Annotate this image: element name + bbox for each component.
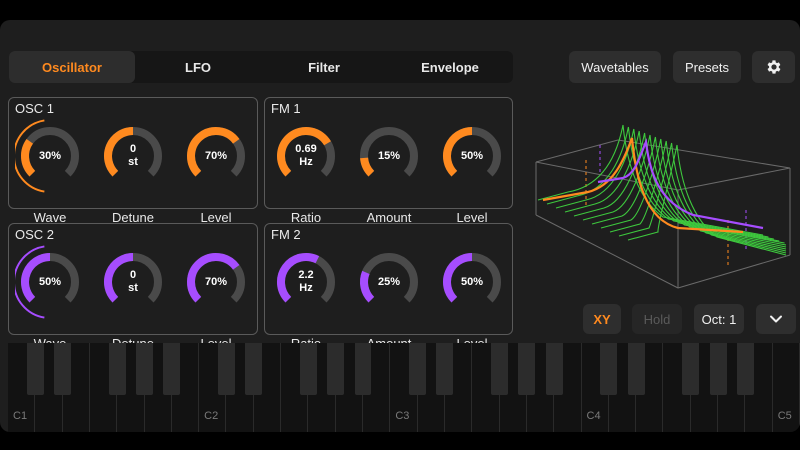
- knob-unit: st: [128, 282, 138, 294]
- section-tabs: Oscillator LFO Filter Envelope: [9, 51, 513, 83]
- knob-value: 25%: [377, 276, 401, 288]
- wavetable-3d-display: [535, 124, 791, 289]
- octave-display[interactable]: Oct: 1: [694, 304, 744, 334]
- knob-ratio[interactable]: 2.2HzRatio: [271, 240, 341, 351]
- black-key[interactable]: [136, 343, 153, 395]
- xy-toggle-button[interactable]: XY: [583, 304, 621, 334]
- black-key[interactable]: [26, 343, 44, 395]
- black-key[interactable]: [436, 343, 454, 395]
- osc2-panel: OSC 2 50%Wave0stDetune70%Level: [8, 223, 258, 351]
- graph-wave-slice: [600, 138, 787, 250]
- black-key[interactable]: [682, 343, 700, 395]
- wavetables-button[interactable]: Wavetables: [569, 51, 661, 83]
- fm1-panel: FM 1 0.69 Hz Ratio 15% Amount 50% Level: [264, 97, 513, 225]
- knob-unit: Hz: [299, 156, 313, 168]
- knob-amount[interactable]: 15% Amount: [354, 114, 424, 225]
- tab-lfo[interactable]: LFO: [135, 51, 261, 83]
- top-black-strip: [0, 0, 800, 20]
- knob-level[interactable]: 70%Level: [181, 114, 251, 225]
- graph-box-edge: [677, 254, 791, 289]
- octave-label: C2: [204, 410, 219, 422]
- osc1-panel: OSC 1 30% Wave 0st Detune 70% Level: [8, 97, 258, 225]
- piano-keyboard: C1 C2 C3 C4 C5: [8, 343, 800, 432]
- knob-value: 0: [129, 269, 137, 281]
- settings-button[interactable]: [752, 51, 795, 83]
- synth-app-window: Oscillator LFO Filter Envelope Wavetable…: [0, 20, 800, 432]
- octave-label: C1: [13, 410, 28, 422]
- presets-button[interactable]: Presets: [673, 51, 741, 83]
- graph-box-edge: [535, 139, 619, 163]
- black-key[interactable]: [108, 343, 126, 395]
- black-key[interactable]: [409, 343, 427, 395]
- knob-level[interactable]: 70%Level: [181, 240, 251, 351]
- black-key[interactable]: [600, 343, 618, 395]
- knob-value: 30%: [38, 150, 62, 162]
- black-key[interactable]: [545, 343, 563, 395]
- knob-value: 50%: [460, 276, 484, 288]
- tab-filter[interactable]: Filter: [261, 51, 387, 83]
- tab-oscillator[interactable]: Oscillator: [9, 51, 135, 83]
- black-key[interactable]: [709, 343, 727, 395]
- octave-label: C5: [777, 410, 792, 422]
- fm2-panel: FM 2 2.2HzRatio25%Amount50%Level: [264, 223, 513, 351]
- knob-detune[interactable]: 0stDetune: [98, 114, 168, 225]
- knob-wave[interactable]: 50%Wave: [15, 240, 85, 351]
- black-key[interactable]: [299, 343, 317, 395]
- hold-button[interactable]: Hold: [632, 304, 682, 334]
- gear-icon: [767, 60, 780, 74]
- graph-box-edge: [677, 167, 791, 191]
- knob-value: 0.69: [295, 143, 317, 155]
- knob-unit: Hz: [299, 282, 313, 294]
- black-key[interactable]: [518, 343, 536, 395]
- expand-button[interactable]: [756, 304, 796, 334]
- black-key[interactable]: [163, 343, 181, 395]
- knob-value: 15%: [377, 150, 401, 162]
- knob-value: 70%: [204, 150, 228, 162]
- knob-value: 50%: [38, 276, 62, 288]
- black-key[interactable]: [736, 343, 754, 395]
- knob-level[interactable]: 50%Level: [437, 114, 507, 225]
- black-key[interactable]: [218, 343, 235, 395]
- black-key[interactable]: [327, 343, 345, 395]
- knob-value: 2.2: [298, 269, 314, 281]
- knob-level[interactable]: 50%Level: [437, 240, 507, 351]
- black-key[interactable]: [54, 343, 72, 395]
- knob-unit: st: [128, 156, 138, 168]
- knob-wave[interactable]: 30% Wave: [15, 114, 85, 225]
- octave-label: C4: [586, 410, 601, 422]
- knob-detune[interactable]: 0stDetune: [98, 240, 168, 351]
- graph-box-edge: [617, 139, 791, 169]
- bottom-black-strip: [0, 432, 800, 450]
- knob-ratio[interactable]: 0.69 Hz Ratio: [271, 114, 341, 225]
- knob-value: 70%: [204, 276, 228, 288]
- black-key[interactable]: [245, 343, 263, 395]
- black-key[interactable]: [491, 343, 509, 395]
- knob-value: 50%: [460, 150, 484, 162]
- knob-amount[interactable]: 25%Amount: [354, 240, 424, 351]
- tab-envelope[interactable]: Envelope: [387, 51, 513, 83]
- octave-label: C3: [395, 410, 410, 422]
- black-key[interactable]: [627, 343, 645, 395]
- chevron-down-icon: [770, 315, 782, 323]
- black-key[interactable]: [354, 343, 372, 395]
- knob-value: 0: [129, 143, 137, 155]
